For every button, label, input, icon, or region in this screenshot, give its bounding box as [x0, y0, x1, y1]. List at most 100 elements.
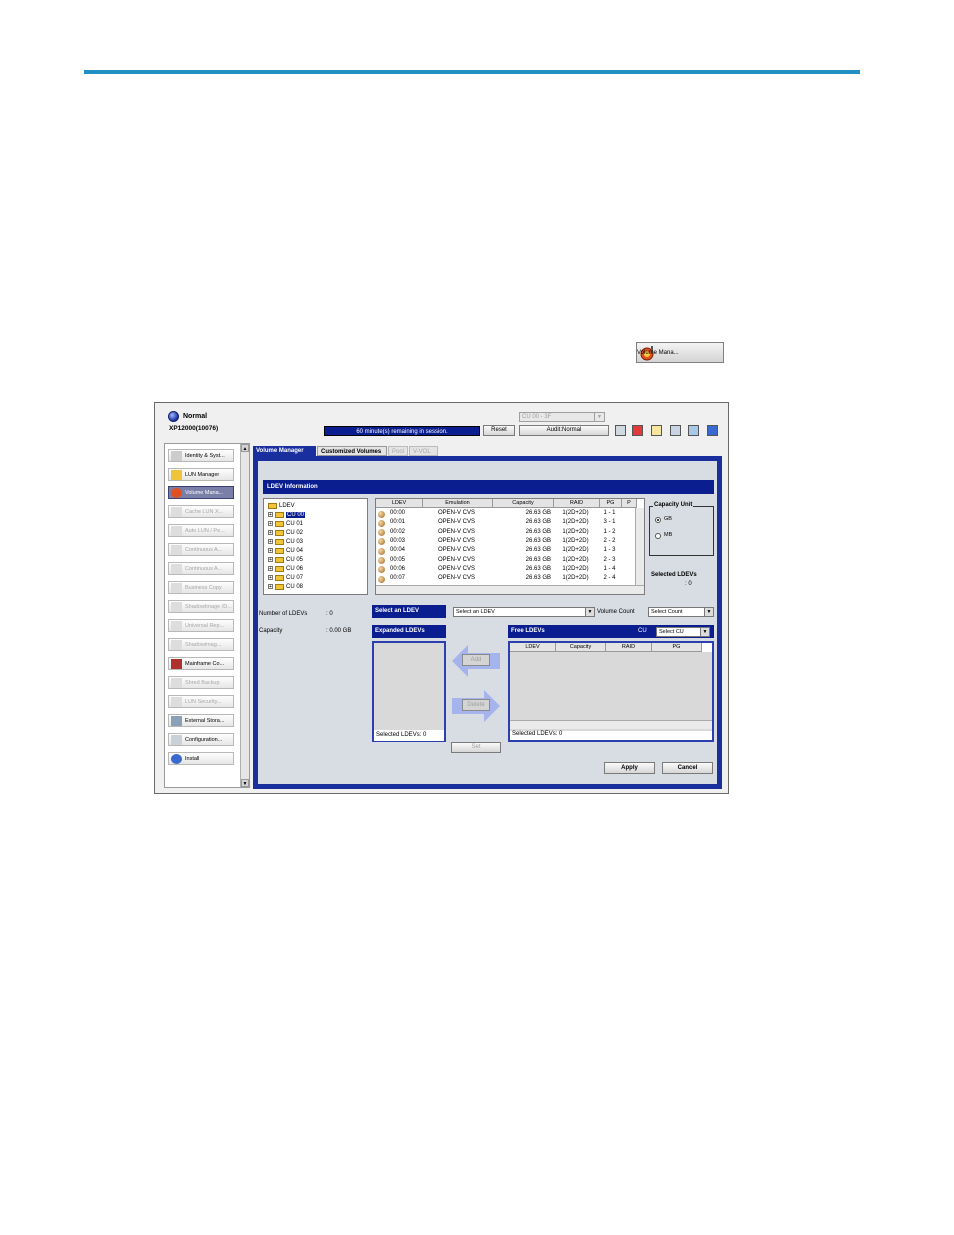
cancel-button[interactable]: Cancel — [662, 762, 713, 774]
help-icon[interactable] — [707, 425, 718, 436]
table-cell: 1 - 1 — [603, 510, 616, 516]
expand-icon[interactable]: + — [268, 521, 273, 527]
search-icon[interactable] — [670, 425, 681, 436]
reset-button[interactable]: Reset — [483, 425, 515, 436]
delete-arrow[interactable]: Delete — [452, 690, 500, 722]
status-indicator: Normal — [168, 411, 207, 422]
column-header[interactable]: Emulation — [423, 499, 493, 508]
sidebar-item-shadowimage[interactable]: ShadowImage /D... — [168, 600, 234, 613]
tree-item-cu01[interactable]: + CU 01 — [268, 519, 303, 528]
column-header[interactable]: PG — [600, 499, 622, 508]
radio-gb[interactable] — [655, 517, 661, 523]
column-header[interactable]: P — [622, 499, 637, 508]
sidebar-item-lun-security[interactable]: LUN Security... — [168, 695, 234, 708]
table-horizontal-scrollbar[interactable] — [376, 585, 644, 594]
sidebar-item-continuous-a1[interactable]: Continuous A... — [168, 543, 234, 556]
tree-item-cu04[interactable]: + CU 04 — [268, 546, 303, 555]
table-cell: OPEN-V CVS — [437, 519, 475, 526]
monitor-icon[interactable] — [688, 425, 699, 436]
cu-tree[interactable]: LDEV + CU 00 + CU 01 + CU 02 + CU 03 + CU 04 … — [263, 498, 368, 595]
free-cu-combo[interactable]: Select CU ▼ — [656, 627, 710, 637]
sidebar-item-configuration[interactable]: Configuration... — [168, 733, 234, 746]
volume-count-combo[interactable]: Select Count ▼ — [648, 607, 714, 617]
add-button[interactable]: Add — [462, 654, 490, 666]
sidebar-item-mainframe[interactable]: Mainframe Co... — [168, 657, 234, 670]
ldev-icon — [378, 519, 385, 527]
tree-item-cu07[interactable]: + CU 07 — [268, 573, 303, 582]
alert-icon[interactable] — [632, 425, 643, 436]
ldev-icon — [378, 557, 385, 564]
expand-icon[interactable]: + — [268, 575, 273, 581]
external-storage-icon — [171, 715, 182, 726]
expanded-ldevs-list[interactable]: Selected LDEVs: 0 — [372, 641, 446, 742]
tree-item-cu06[interactable]: + CU 06 — [268, 564, 303, 573]
scroll-up-icon[interactable]: ▲ — [241, 444, 249, 452]
header-rule — [84, 70, 860, 74]
table-cell: 2 - 4 — [603, 575, 616, 582]
folder-icon — [275, 520, 284, 527]
free-table-horizontal-scrollbar[interactable] — [510, 720, 712, 729]
edit-icon[interactable] — [651, 425, 662, 436]
tab-volume-manager[interactable]: Volume Manager — [253, 446, 316, 456]
expand-icon[interactable]: + — [268, 512, 273, 518]
folder-icon — [268, 502, 277, 509]
sidebar-item-identity[interactable]: Identity & Syst... — [168, 449, 234, 462]
ldev-table[interactable]: LDEV Emulation Capacity RAID PG P 00:00 O… — [375, 498, 645, 595]
tab-customized-volumes[interactable]: Customized Volumes — [317, 446, 387, 456]
sidebar-item-cache-lun[interactable]: Cache LUN X... — [168, 505, 234, 518]
tree-root[interactable]: LDEV — [268, 501, 295, 510]
tree-item-cu08[interactable]: + CU 08 — [268, 582, 303, 591]
auto-lun-icon — [171, 525, 182, 536]
expand-icon[interactable]: + — [268, 557, 273, 563]
table-cell: 1(2D+2D) — [562, 510, 589, 516]
sidebar-scrollbar[interactable]: ▲ ▼ — [240, 444, 249, 787]
column-header[interactable]: LDEV — [376, 499, 423, 508]
delete-button[interactable]: Delete — [462, 699, 490, 711]
radio-mb[interactable] — [655, 533, 661, 539]
column-header[interactable]: PG — [652, 643, 702, 652]
expand-icon[interactable]: + — [268, 566, 273, 572]
sidebar-item-install[interactable]: Install — [168, 752, 234, 765]
sidebar-item-business-copy[interactable]: Business Copy — [168, 581, 234, 594]
sidebar-item-external-storage[interactable]: External Stora... — [168, 714, 234, 727]
tree-item-cu00[interactable]: + CU 00 — [268, 510, 306, 519]
add-arrow[interactable]: Add — [452, 645, 500, 677]
sidebar-item-volume-manager[interactable]: Volume Mana... — [168, 486, 234, 499]
tab-v-vol[interactable]: V-VOL — [409, 446, 438, 456]
table-cell: 00:05 — [390, 556, 406, 563]
select-ldev-combo[interactable]: Select an LDEV ▼ — [453, 607, 595, 617]
scroll-down-icon[interactable]: ▼ — [241, 779, 249, 787]
column-header[interactable]: Capacity — [556, 643, 606, 652]
free-ldevs-table[interactable]: LDEV Capacity RAID PG Selected LDEVs: 0 — [508, 641, 714, 742]
tab-pool[interactable]: Pool — [388, 446, 408, 456]
refresh-icon[interactable] — [615, 425, 626, 436]
set-button[interactable]: Set — [451, 742, 501, 753]
sidebar-item-continuous-a2[interactable]: Continuous A... — [168, 562, 234, 575]
expand-icon[interactable]: + — [268, 548, 273, 554]
cu-range-select[interactable]: CU 00 - 3F ▼ — [519, 412, 605, 422]
sidebar-item-auto-lun[interactable]: Auto LUN / Pe... — [168, 524, 234, 537]
sidebar-item-universal-rep[interactable]: Universal Rep... — [168, 619, 234, 632]
column-header[interactable]: RAID — [606, 643, 652, 652]
audit-button[interactable]: Audit:Normal — [519, 425, 609, 436]
expand-icon[interactable]: + — [268, 584, 273, 590]
sidebar-item-lun-manager[interactable]: LUN Manager — [168, 468, 234, 481]
table-vertical-scrollbar[interactable] — [635, 508, 644, 587]
column-header[interactable]: Capacity — [493, 499, 554, 508]
sidebar-item-shred-backup[interactable]: Shred Backup — [168, 676, 234, 689]
column-header[interactable]: RAID — [554, 499, 600, 508]
ldev-icon — [378, 575, 385, 583]
table-cell: OPEN-V CVS — [437, 528, 475, 535]
expand-icon[interactable]: + — [268, 530, 273, 536]
expand-icon[interactable]: + — [268, 539, 273, 545]
sidebar-item-shadowimag[interactable]: Shadowimag... — [168, 638, 234, 651]
ldev-icon — [378, 510, 385, 518]
tree-item-cu05[interactable]: + CU 05 — [268, 555, 303, 564]
column-header[interactable]: LDEV — [510, 643, 556, 652]
tree-item-cu03[interactable]: + CU 03 — [268, 537, 303, 546]
tree-item-cu02[interactable]: + CU 02 — [268, 528, 303, 537]
shadowimage-icon — [171, 639, 182, 650]
apply-button[interactable]: Apply — [604, 762, 655, 774]
table-cell: 1(2D+2D) — [562, 537, 589, 544]
folder-icon — [275, 538, 284, 545]
